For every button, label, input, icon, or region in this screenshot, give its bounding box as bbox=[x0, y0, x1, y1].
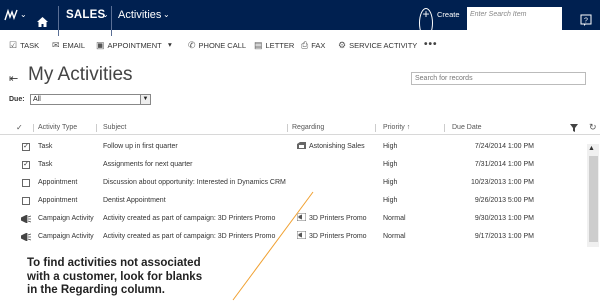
annotation-callout: To find activities not associated with a… bbox=[27, 257, 257, 298]
annotation-line: with a customer, look for blanks bbox=[27, 270, 203, 283]
annotation-line: To find activities not associated bbox=[27, 257, 201, 269]
annotation-line: in the Regarding column. bbox=[27, 284, 166, 296]
